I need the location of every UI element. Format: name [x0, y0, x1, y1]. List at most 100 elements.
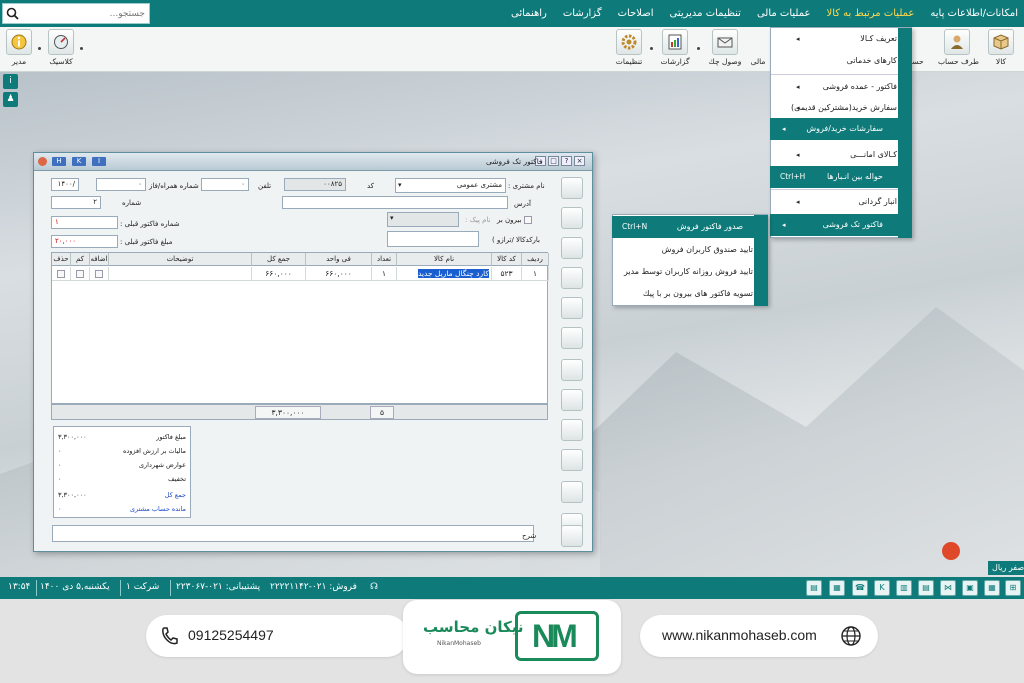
status-button[interactable]: ▥	[896, 580, 912, 596]
save-icon[interactable]	[561, 297, 583, 319]
menu-reports[interactable]: گزارشات	[563, 8, 602, 19]
toolbar-party-button[interactable]: طرف حساب	[938, 29, 979, 69]
status-button[interactable]: ▦	[829, 580, 845, 596]
menu-item-confirm-daily-sales[interactable]: تایید فروش روزانه کاربران توسط مدیر	[624, 261, 767, 283]
status-button[interactable]: ☎	[852, 580, 868, 596]
prev-invoice-no-field[interactable]: ۱	[51, 216, 118, 229]
menu-admin-settings[interactable]: تنظیمات مدیریتی	[669, 8, 740, 19]
toolbar-manager-button[interactable]: مدیر	[0, 29, 38, 69]
table-icon[interactable]	[561, 267, 583, 289]
print-icon[interactable]	[561, 359, 583, 381]
prev-invoice-amount-field[interactable]: ۲۰,۰۰۰	[51, 235, 118, 248]
menu-corrections[interactable]: اصلاحات	[618, 8, 654, 19]
menu-goods-ops[interactable]: عملیات مرتبط به کالا	[826, 8, 914, 19]
delete-cell[interactable]	[52, 267, 71, 281]
date-field[interactable]: ۱۴۰۰/	[51, 178, 79, 191]
menu-financial-ops[interactable]: عملیات مالی	[757, 8, 811, 19]
menu-item-confirm-cashbox[interactable]: تایید صندوق کاربران فروش	[626, 239, 767, 261]
status-bar: ۱۳:۵۴ یکشنبه,۵ دی ۱۴۰۰ شرکت ۱ پشتیبانی: …	[0, 577, 1024, 599]
print-cancel-icon[interactable]	[561, 449, 583, 471]
increase-cell[interactable]	[90, 267, 109, 281]
print-preview-icon[interactable]	[561, 419, 583, 441]
footer-banner: 09125254497 نیکان محاسب NikanMohaseb NM …	[0, 599, 1024, 683]
qty-cell[interactable]: ۱	[372, 267, 397, 281]
share-icon[interactable]: ⋈	[940, 580, 956, 596]
toolbar-goods-button[interactable]: کالا	[982, 29, 1020, 69]
top-menu-bar: امکانات/اطلاعات پایه عملیات مرتبط به کال…	[0, 0, 1024, 27]
hotkey-i-button[interactable]: I	[92, 157, 106, 166]
toolbar-cheque-button[interactable]: وصول چك	[706, 29, 744, 69]
notes-field[interactable]	[52, 525, 534, 542]
mobile-field[interactable]: ۰	[96, 178, 146, 191]
customer-select[interactable]: ▾ مشتری عمومی	[395, 178, 506, 193]
hotkey-h-button[interactable]: H	[52, 157, 66, 166]
phone-field[interactable]: ۰	[201, 178, 249, 191]
open-box-icon[interactable]	[561, 207, 583, 229]
decrease-cell[interactable]	[71, 267, 90, 281]
menu-item-consignment[interactable]: کـالای امانـــی ◂	[784, 144, 911, 166]
courier-check-icon[interactable]	[523, 216, 532, 224]
menu-item-define-goods[interactable]: تعریف کـالا ◂	[784, 28, 911, 50]
toolbar-classic-button[interactable]: کلاسیک	[42, 29, 80, 69]
description-cell[interactable]	[109, 267, 252, 281]
number-field[interactable]: ۲	[51, 196, 101, 209]
menu-item-services[interactable]: کارهای خدماتی	[784, 50, 911, 72]
exit-icon[interactable]	[561, 525, 583, 547]
menu-item-issue-sales-invoice[interactable]: صدور فاکتور فروش Ctrl+N	[612, 216, 767, 238]
code-field[interactable]: ۰۰۸۲۵	[284, 178, 346, 191]
courier-select[interactable]: ▾	[387, 212, 459, 227]
delete-icon[interactable]	[57, 270, 65, 278]
menu-item-warehouse-transfer[interactable]: حواله بین انـبارها Ctrl+H	[770, 166, 911, 188]
new-invoice-icon[interactable]	[561, 177, 583, 199]
menu-item-wholesale-invoice[interactable]: فاکتور - عمده فروشی ◂	[784, 76, 911, 98]
window-close-icon[interactable]: ×	[574, 156, 585, 166]
menu-item-settle-courier[interactable]: تسویه فاکتور های بیرون بر با پیك	[626, 283, 767, 305]
toolbar-financial-button[interactable]: مالی	[746, 29, 770, 69]
hotkey-k-button[interactable]: K	[72, 157, 86, 166]
calendar-icon[interactable]: ▦	[984, 580, 1000, 596]
search-box[interactable]	[2, 3, 150, 24]
item-name-selected[interactable]: کارد چنگال ماریل جدید	[417, 269, 489, 278]
minus-icon[interactable]	[76, 270, 84, 278]
customer-icon[interactable]	[561, 237, 583, 259]
search-icon[interactable]	[6, 7, 19, 20]
courier-checkbox[interactable]: بیرون بر	[497, 216, 532, 224]
phone-label: تلفن	[258, 182, 272, 190]
prev-invoice-no-label: شماره فاکتور قبلی :	[120, 220, 180, 228]
menu-item-purchase-order[interactable]: سفارش خرید(مشترکین قدیمی) ◂	[784, 97, 911, 119]
unit-price-cell[interactable]: ۶۶۰,۰۰۰	[306, 267, 372, 281]
restore-icon[interactable]: □	[548, 156, 559, 166]
info-side-icon[interactable]: i	[3, 74, 18, 89]
retail-invoice-submenu: صدور فاکتور فروش Ctrl+N تایید صندوق کاربر…	[612, 214, 768, 306]
menu-help[interactable]: راهنمائی	[511, 8, 547, 19]
menu-item-stocktaking[interactable]: انبار گردانی ◂	[784, 191, 911, 213]
help-icon[interactable]: ?	[561, 156, 572, 166]
toolbar-settings-button[interactable]: تنظیمات	[610, 29, 648, 69]
search-input[interactable]	[25, 6, 145, 21]
plus-icon[interactable]	[95, 270, 103, 278]
menu-item-orders[interactable]: سفارشات خرید/فروش ◂	[770, 118, 911, 140]
grid-icon[interactable]: ⊞	[1005, 580, 1021, 596]
mobile-label: شماره همراه/فاز	[149, 182, 199, 190]
address-field[interactable]	[282, 196, 508, 209]
tomato-icon[interactable]	[942, 542, 960, 560]
barcode-field[interactable]	[387, 231, 479, 247]
calculator-icon[interactable]	[561, 327, 583, 349]
close-icon[interactable]	[38, 157, 47, 166]
status-button[interactable]: ▤	[918, 580, 934, 596]
item-name-cell[interactable]: کارد چنگال ماریل جدید	[397, 267, 492, 281]
item-code-cell[interactable]: ۵۲۳	[492, 267, 522, 281]
website-url[interactable]: www.nikanmohaseb.com	[662, 627, 817, 643]
menu-basic-info[interactable]: امکانات/اطلاعات پایه	[930, 8, 1018, 19]
status-date: یکشنبه,۵ دی ۱۴۰۰	[40, 582, 110, 592]
stamp-icon[interactable]	[561, 481, 583, 503]
toolbar-classic-label: کلاسیک	[49, 57, 73, 66]
toolbar-reports-button[interactable]: گزارشات	[656, 29, 694, 69]
user-side-icon[interactable]: ♟	[3, 92, 18, 107]
menu-item-retail-invoice[interactable]: فاکتور تک فروشی ◂	[770, 214, 911, 236]
column-header: فی واحد	[306, 253, 372, 266]
print-red-icon[interactable]	[561, 389, 583, 411]
k-button[interactable]: K	[874, 580, 890, 596]
status-button[interactable]: ▣	[962, 580, 978, 596]
status-button[interactable]: ▤	[806, 580, 822, 596]
